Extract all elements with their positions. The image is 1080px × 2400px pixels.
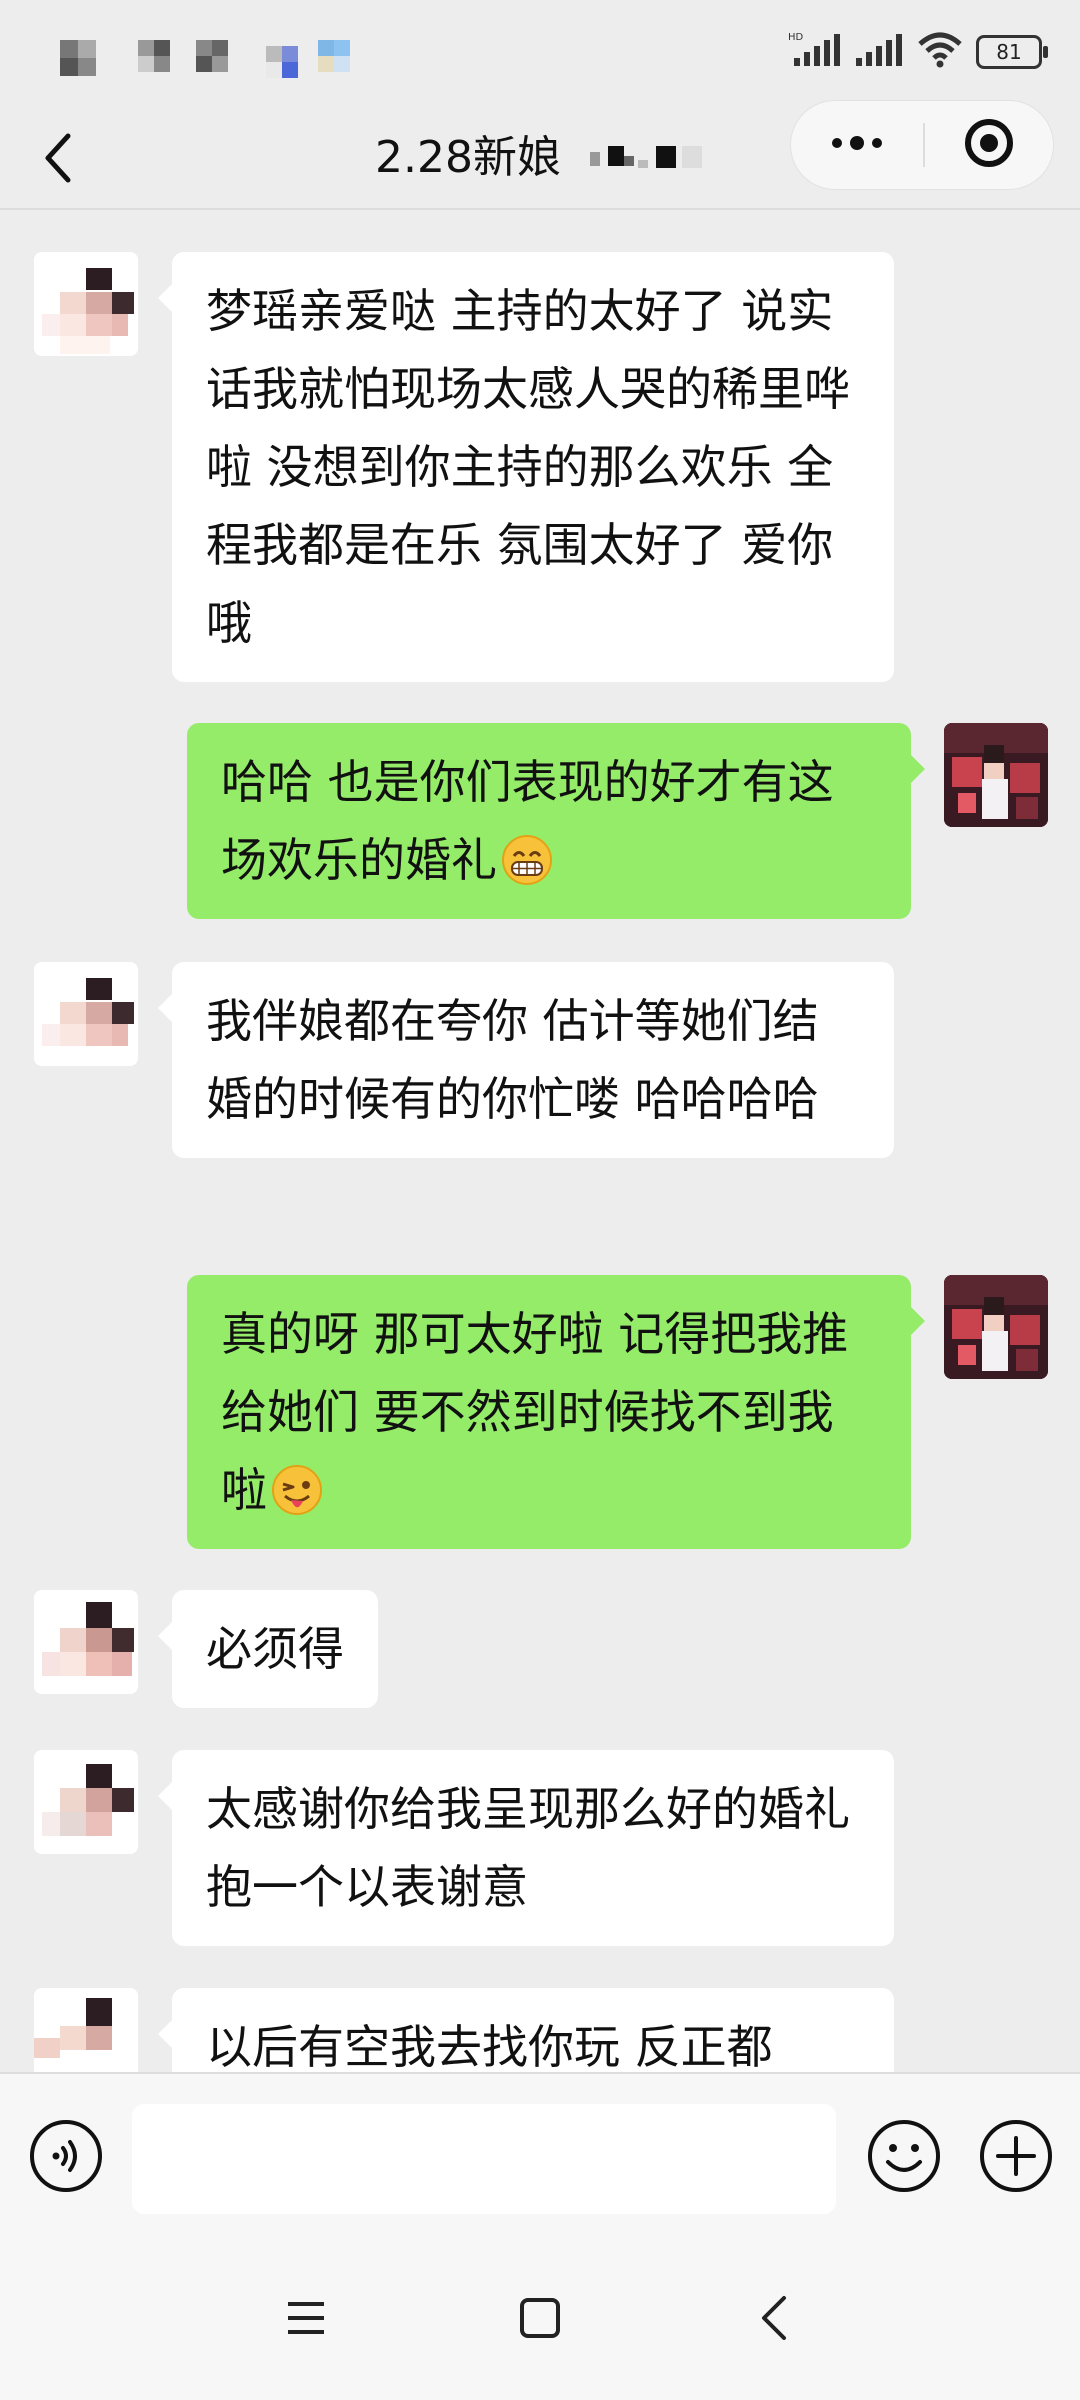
message-text: 梦瑶亲爱哒 主持的太好了 说实话我就怕现场太感人哭的稀里哗啦 没想到你主持的那么… [206,284,850,650]
battery-icon: 81 [976,35,1048,69]
close-mini-program-button[interactable] [925,101,1053,189]
input-bar [0,2072,1080,2242]
message-text: 必须得 [206,1622,344,1676]
message-text: 太感谢你给我呈现那么好的婚礼 抱一个以表谢意 [206,1782,850,1914]
chat-title: 2.28新娘 [375,132,561,183]
message-text: 我伴娘都在夸你 估计等她们结婚的时候有的你忙喽 哈哈哈哈 [206,994,819,1126]
back-triangle-icon [754,2294,794,2346]
message-input[interactable] [132,2104,836,2214]
title-redacted-mosaic [590,132,710,184]
voice-icon [28,2118,104,2198]
target-circle-icon [963,117,1015,173]
signal-icon [854,30,904,74]
emoji-button[interactable] [866,2120,942,2196]
more-button[interactable] [791,101,923,189]
my-avatar[interactable] [944,723,1048,827]
incoming-message-bubble[interactable]: 必须得 [158,1590,378,1708]
wifi-icon [918,30,962,74]
system-nav-bar [0,2240,1080,2400]
more-functions-button[interactable] [978,2120,1054,2196]
incoming-message-bubble[interactable]: 以后有空我去找你玩 反正都 [158,1988,894,2072]
chevron-left-icon [38,128,78,192]
incoming-message-bubble[interactable]: 我伴娘都在夸你 估计等她们结婚的时候有的你忙喽 哈哈哈哈 [158,962,894,1158]
status-icons: HD 81 [788,30,1048,74]
chat-header: 2.28新娘 [0,100,1080,210]
voice-button[interactable] [28,2120,104,2196]
mini-program-capsule [790,100,1054,190]
home-square-icon [518,2296,562,2344]
contact-avatar[interactable] [34,252,138,356]
grin-emoji-icon [501,831,553,885]
home-button[interactable] [500,2285,580,2355]
message-text: 以后有空我去找你玩 反正都 [206,2020,773,2072]
contact-avatar[interactable] [34,1590,138,1694]
contact-avatar[interactable] [34,1988,138,2072]
menu-icon [284,2298,328,2342]
message-list[interactable]: 梦瑶亲爱哒 主持的太好了 说实话我就怕现场太感人哭的稀里哗啦 没想到你主持的那么… [0,210,1080,2072]
more-dots-icon [829,133,885,157]
outgoing-message-bubble[interactable]: 真的呀 那可太好啦 记得把我推给她们 要不然到时候找不到我啦 [187,1275,925,1549]
back-button[interactable] [38,120,108,200]
incoming-message-bubble[interactable]: 梦瑶亲爱哒 主持的太好了 说实话我就怕现场太感人哭的稀里哗啦 没想到你主持的那么… [158,252,894,682]
recent-apps-button[interactable] [266,2285,346,2355]
svg-text:HD: HD [788,32,804,43]
system-back-button[interactable] [734,2285,814,2355]
status-bar: HD 81 [0,0,1080,110]
tongue-wink-emoji-icon [271,1461,323,1515]
contact-avatar[interactable] [34,962,138,1066]
notification-icons-redacted [56,36,376,90]
incoming-message-bubble[interactable]: 太感谢你给我呈现那么好的婚礼 抱一个以表谢意 [158,1750,894,1946]
smiley-icon [866,2118,942,2198]
hd-signal-icon: HD [788,30,840,74]
my-avatar[interactable] [944,1275,1048,1379]
outgoing-message-bubble[interactable]: 哈哈 也是你们表现的好才有这场欢乐的婚礼 [187,723,925,919]
plus-icon [978,2118,1054,2198]
contact-avatar[interactable] [34,1750,138,1854]
